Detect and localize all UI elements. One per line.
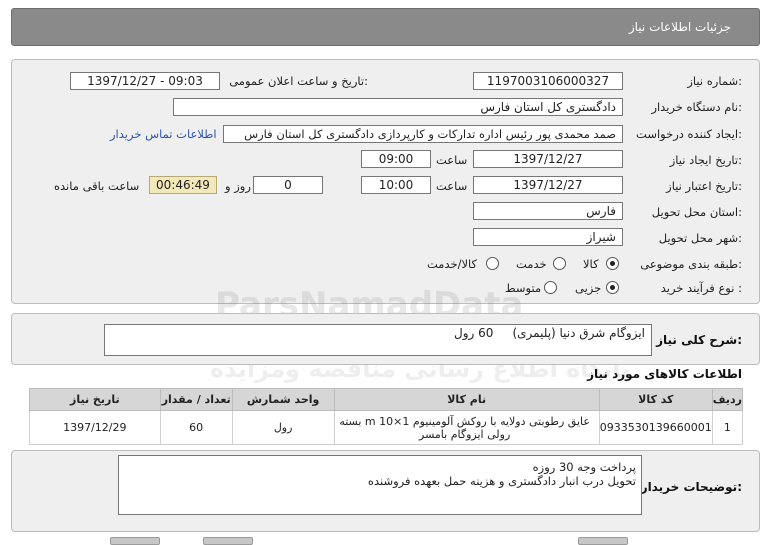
goods-section-title: اطلاعات کالاهای مورد نیاز <box>587 367 742 381</box>
goods-table-header: ردیف کد کالا نام کالا واحد شمارش تعداد /… <box>29 388 744 411</box>
need-number-field: 1197003106000327 <box>473 72 623 90</box>
col-qty: تعداد / مقدار <box>159 388 233 411</box>
need-number-label: شماره نیاز: <box>687 74 742 88</box>
process-option-medium: متوسط <box>505 281 542 295</box>
created-time-label: ساعت <box>436 153 468 167</box>
cell-qty: 60 <box>159 410 233 445</box>
announce-field: 1397/12/27 - 09:03 <box>70 72 220 90</box>
city-label: شهر محل تحویل: <box>658 231 742 245</box>
created-date-label: تاریخ ایجاد نیاز: <box>669 153 742 167</box>
created-date-field: 1397/12/27 <box>473 150 623 168</box>
remaining-label: ساعت باقی مانده <box>54 179 140 193</box>
cell-row: 1 <box>711 410 744 445</box>
category-option-goods: کالا <box>583 257 599 271</box>
title-bar: جزئیات اطلاعات نیاز <box>11 8 760 46</box>
action-button-3[interactable] <box>578 537 628 545</box>
province-label: استان محل تحویل: <box>651 205 742 219</box>
cell-name: عایق رطوبتی دولایه با روکش آلومینیوم 1×1… <box>333 410 600 445</box>
category-option-goods-service: کالا/خدمت <box>427 257 478 271</box>
validity-date-label: تاریخ اعتبار نیاز: <box>666 179 742 193</box>
category-option-service: خدمت <box>516 257 547 271</box>
validity-time-label: ساعت <box>436 179 468 193</box>
days-label: روز و <box>225 179 251 193</box>
cell-date: 1397/12/29 <box>29 410 161 445</box>
created-time-field: 09:00 <box>361 150 431 168</box>
announce-label: تاریخ و ساعت اعلان عمومی: <box>229 74 368 88</box>
remaining-time-field: 00:46:49 <box>149 176 217 194</box>
col-unit: واحد شمارش <box>231 388 335 411</box>
process-radio-minor[interactable] <box>606 281 619 294</box>
process-radio-medium[interactable] <box>544 281 557 294</box>
general-desc-field: ایزوگام شرق دنیا (پلیمری) 60 رول <box>104 324 652 356</box>
col-code: کد کالا <box>598 388 713 411</box>
announce-value: 1397/12/27 - 09:03 <box>87 74 203 88</box>
province-field: فارس <box>473 202 623 220</box>
requester-field: صمد محمدی پور رئیس اداره تدارکات و کارپر… <box>223 125 623 143</box>
buyer-org-field: دادگستری کل استان فارس <box>173 98 623 116</box>
buyer-org-label: نام دستگاه خریدار: <box>651 100 742 114</box>
goods-table: ردیف کد کالا نام کالا واحد شمارش تعداد /… <box>29 388 744 445</box>
process-label: نوع فرآیند خرید : <box>660 281 742 295</box>
buyer-notes-line-2: تحویل درب انبار دادگستری و هزینه حمل بعه… <box>367 474 636 488</box>
days-remaining-field: 0 <box>253 176 323 194</box>
category-radio-service[interactable] <box>553 257 566 270</box>
cell-unit: رول <box>231 410 335 445</box>
col-name: نام کالا <box>333 388 600 411</box>
page-title: جزئیات اطلاعات نیاز <box>628 20 731 34</box>
category-radio-goods[interactable] <box>606 257 619 270</box>
col-date: تاریخ نیاز <box>29 388 161 411</box>
process-option-minor: جزیی <box>575 281 602 295</box>
cell-code: 0933530139660001 <box>598 410 713 445</box>
city-field: شیراز <box>473 228 623 246</box>
action-button-2[interactable] <box>203 537 253 545</box>
category-label: طبقه بندی موضوعی: <box>640 257 742 271</box>
buyer-notes-field: پرداخت وجه 30 روزه تحویل درب انبار دادگس… <box>118 455 642 515</box>
validity-time-field: 10:00 <box>361 176 431 194</box>
col-row: ردیف <box>711 388 744 411</box>
table-row: 1 0933530139660001 عایق رطوبتی دولایه با… <box>29 410 744 445</box>
category-radio-goods-service[interactable] <box>486 257 499 270</box>
validity-date-field: 1397/12/27 <box>473 176 623 194</box>
general-desc-label: شرح کلی نیاز: <box>656 333 742 347</box>
contact-buyer-link[interactable]: اطلاعات تماس خریدار <box>110 127 217 141</box>
buyer-notes-line-1: پرداخت وجه 30 روزه <box>532 460 636 474</box>
requester-label: ایجاد کننده درخواست: <box>636 127 742 141</box>
action-button-1[interactable] <box>110 537 160 545</box>
buyer-notes-label: توضیحات خریدار: <box>640 480 742 494</box>
